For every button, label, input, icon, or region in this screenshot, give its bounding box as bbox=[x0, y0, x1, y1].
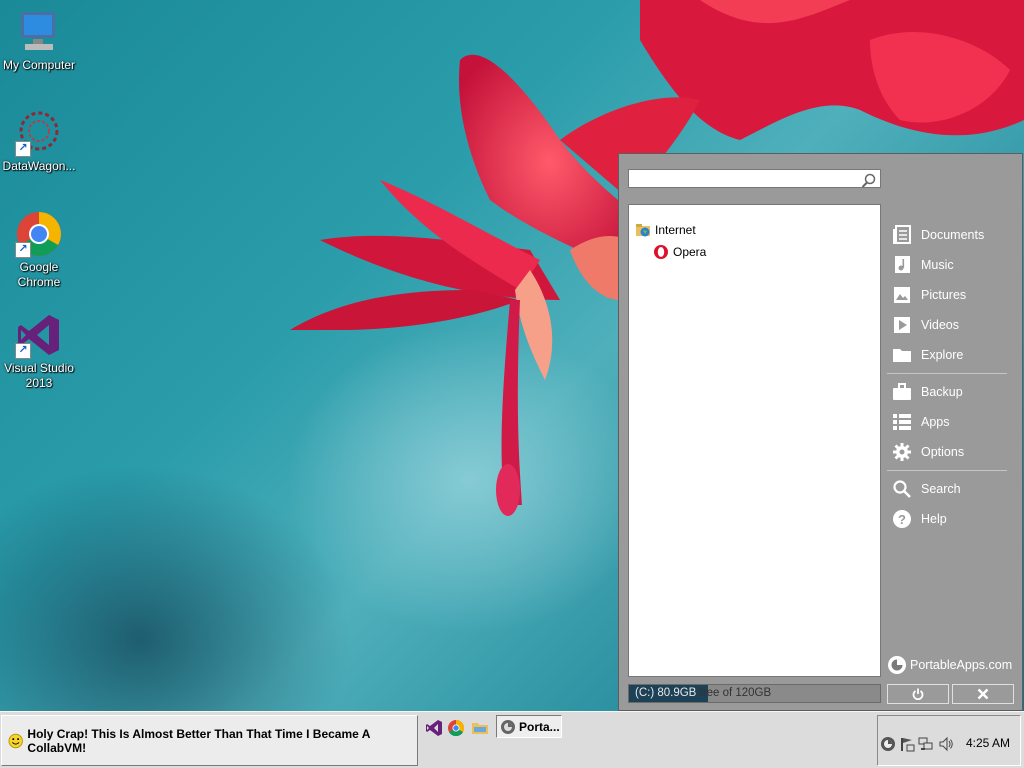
clock[interactable]: 4:25 AM bbox=[966, 736, 1010, 750]
search-icon bbox=[891, 478, 913, 500]
desktop-icon-my-computer[interactable]: My Computer bbox=[0, 8, 78, 73]
side-menu: Documents Music Pictures Videos Explore … bbox=[887, 220, 1015, 534]
chrome-icon: ↗ bbox=[15, 210, 63, 258]
taskbar-item-label: Porta... bbox=[519, 719, 560, 734]
menu-backup[interactable]: Backup bbox=[887, 377, 1015, 407]
documents-icon bbox=[891, 224, 913, 246]
close-button[interactable] bbox=[952, 684, 1014, 704]
desktop-icon-visual-studio[interactable]: ↗ Visual Studio 2013 bbox=[0, 311, 78, 391]
menu-music[interactable]: Music bbox=[887, 250, 1015, 280]
gear-icon bbox=[891, 441, 913, 463]
folder-icon bbox=[891, 344, 913, 366]
svg-text:?: ? bbox=[898, 512, 906, 527]
network-flag-icon[interactable] bbox=[899, 736, 915, 752]
shortcut-arrow-icon: ↗ bbox=[15, 242, 31, 258]
app-opera[interactable]: Opera bbox=[653, 243, 706, 261]
desktop-icon-datawagon[interactable]: ↗ DataWagon... bbox=[0, 109, 78, 174]
system-tray: 4:25 AM bbox=[877, 715, 1021, 766]
menu-documents[interactable]: Documents bbox=[887, 220, 1015, 250]
menu-label: Documents bbox=[921, 228, 985, 242]
power-button[interactable] bbox=[887, 684, 949, 704]
menu-label: Music bbox=[921, 258, 954, 272]
desktop-icon-label: Visual Studio 2013 bbox=[4, 361, 74, 390]
menu-pictures[interactable]: Pictures bbox=[887, 280, 1015, 310]
desktop-icon-label: DataWagon... bbox=[2, 159, 76, 173]
desktop-icon-label: Google Chrome bbox=[17, 260, 61, 289]
menu-label: Explore bbox=[921, 348, 964, 362]
category-label: Internet bbox=[655, 223, 696, 237]
menu-search[interactable]: Search bbox=[887, 474, 1015, 504]
taskbar: Holy Crap! This Is Almost Better Than Th… bbox=[0, 711, 1024, 768]
visual-studio-icon: ↗ bbox=[15, 311, 63, 359]
drive-rest-label: free of 120GB bbox=[696, 687, 772, 699]
menu-separator bbox=[887, 470, 1007, 471]
computer-icon bbox=[15, 8, 63, 56]
taskbar-item-portableapps[interactable]: Porta... bbox=[496, 715, 562, 738]
menu-label: Backup bbox=[921, 385, 963, 399]
smiley-icon bbox=[8, 733, 23, 748]
menu-videos[interactable]: Videos bbox=[887, 310, 1015, 340]
portableapps-logo-icon bbox=[888, 656, 906, 674]
drive-space-text: (C:) 80.9GB free of 120GB bbox=[635, 685, 771, 702]
drive-used-label: (C:) 80.9GB bbox=[635, 687, 697, 699]
desktop-icon-google-chrome[interactable]: ↗ Google Chrome bbox=[0, 210, 78, 290]
chat-message-text: Holy Crap! This Is Almost Better Than Th… bbox=[27, 726, 370, 755]
opera-icon bbox=[654, 245, 668, 259]
portableapps-brand[interactable]: PortableApps.com bbox=[887, 654, 1022, 676]
brand-label: PortableApps.com bbox=[910, 658, 1013, 672]
shortcut-arrow-icon: ↗ bbox=[15, 343, 31, 359]
menu-apps[interactable]: Apps bbox=[887, 407, 1015, 437]
menu-label: Options bbox=[921, 445, 965, 459]
chat-message-button[interactable]: Holy Crap! This Is Almost Better Than Th… bbox=[1, 715, 418, 766]
chrome-icon[interactable] bbox=[447, 719, 465, 737]
category-internet[interactable]: Internet bbox=[635, 221, 696, 239]
menu-label: Videos bbox=[921, 318, 959, 332]
visual-studio-icon[interactable] bbox=[425, 719, 443, 737]
search-icon[interactable] bbox=[861, 172, 877, 188]
volume-icon[interactable] bbox=[938, 736, 954, 752]
app-label: Opera bbox=[673, 245, 707, 259]
search-field[interactable] bbox=[628, 169, 881, 188]
power-icon bbox=[912, 688, 924, 700]
menu-help[interactable]: ? Help bbox=[887, 504, 1015, 534]
menu-explore[interactable]: Explore bbox=[887, 340, 1015, 370]
datawagon-icon: ↗ bbox=[15, 109, 63, 157]
menu-label: Pictures bbox=[921, 288, 967, 302]
network-icon[interactable] bbox=[918, 736, 934, 752]
videos-icon bbox=[891, 314, 913, 336]
portableapps-menu: Internet Opera Documents Music Pictures … bbox=[618, 153, 1023, 711]
menu-label: Apps bbox=[921, 415, 950, 429]
menu-label: Help bbox=[921, 512, 947, 526]
pictures-icon bbox=[891, 284, 913, 306]
folder-icon[interactable] bbox=[471, 719, 489, 737]
portableapps-icon bbox=[501, 719, 515, 734]
menu-options[interactable]: Options bbox=[887, 437, 1015, 467]
briefcase-icon bbox=[891, 381, 913, 403]
close-icon bbox=[977, 688, 989, 700]
help-icon: ? bbox=[891, 508, 913, 530]
apps-list-icon bbox=[891, 411, 913, 433]
music-icon bbox=[891, 254, 913, 276]
portableapps-icon[interactable] bbox=[880, 736, 896, 752]
drive-space-bar: (C:) 80.9GB free of 120GB bbox=[628, 684, 881, 703]
menu-label: Search bbox=[921, 482, 961, 496]
shortcut-arrow-icon: ↗ bbox=[15, 141, 31, 157]
menu-separator bbox=[887, 373, 1007, 374]
app-list: Internet Opera bbox=[628, 204, 881, 677]
internet-folder-icon bbox=[636, 224, 650, 237]
desktop-icon-label: My Computer bbox=[2, 58, 76, 72]
